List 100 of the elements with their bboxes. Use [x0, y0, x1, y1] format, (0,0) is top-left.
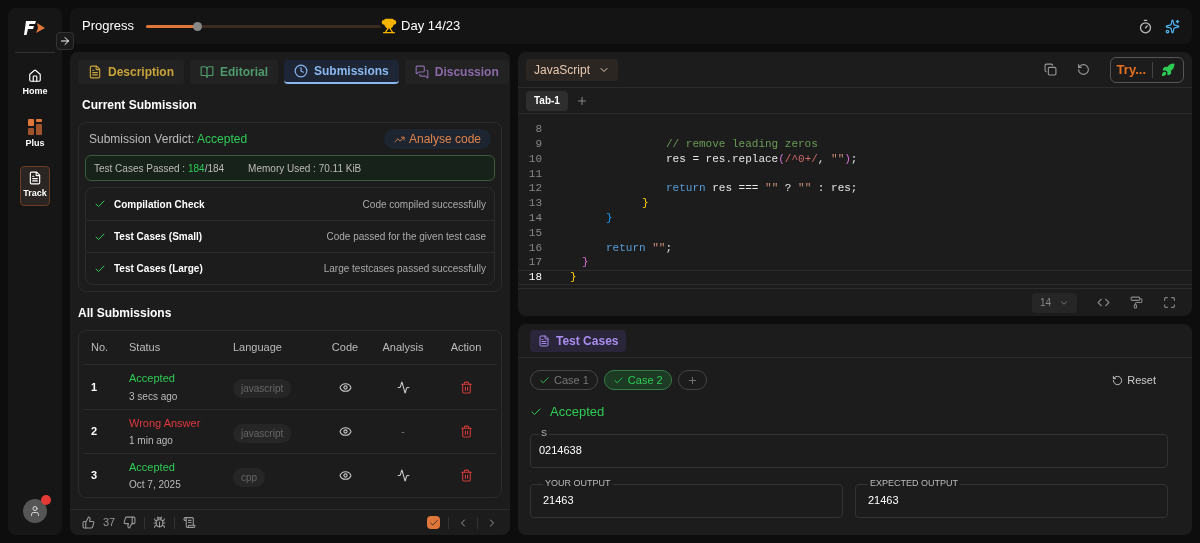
line-number: 15	[527, 225, 543, 241]
avatar[interactable]	[23, 499, 47, 523]
line-number: 10	[527, 151, 543, 167]
reset-icon	[1112, 374, 1124, 386]
user-icon	[29, 505, 41, 517]
delete-icon[interactable]	[459, 425, 473, 438]
column-header: Status	[129, 340, 162, 356]
expand-button[interactable]	[56, 32, 74, 50]
notes-icon[interactable]	[183, 516, 197, 529]
check-icon	[539, 374, 550, 386]
language-tag: javascript	[233, 423, 292, 443]
tab[interactable]: Editorial	[190, 60, 279, 84]
thumbs-up-icon[interactable]	[82, 516, 95, 529]
progress-label: Progress	[82, 17, 135, 36]
checkbox[interactable]	[427, 516, 440, 529]
copy-icon[interactable]	[1043, 63, 1057, 76]
analyse-button[interactable]: Analyse code	[383, 129, 491, 149]
check-label: Compilation Check	[114, 197, 205, 212]
rocket-icon	[1161, 62, 1175, 77]
check-detail: Code compiled successfully	[362, 197, 486, 212]
table-cell-text: 1	[90, 379, 99, 395]
thumbs-down-icon[interactable]	[123, 516, 137, 529]
timer-icon[interactable]	[1138, 18, 1153, 34]
sidebar-item[interactable]: Plus	[20, 114, 50, 154]
fullscreen-icon[interactable]	[1163, 296, 1176, 309]
section-title: Current Submission	[81, 97, 198, 114]
case-tab[interactable]: Case 2	[603, 370, 672, 390]
line-number: 13	[527, 196, 543, 212]
add-tab-icon[interactable]	[575, 94, 588, 107]
trophy-icon	[381, 18, 398, 34]
line-number: 16	[527, 240, 543, 256]
code-line: return res === "" ? "" : res;	[665, 181, 858, 197]
pulse-icon[interactable]	[396, 469, 410, 482]
home-icon	[28, 69, 42, 83]
time-text: Oct 7, 2025	[129, 478, 182, 493]
code-line: }	[641, 196, 649, 212]
time-text: 1 min ago	[129, 434, 174, 449]
column-header: Action	[449, 340, 483, 356]
bug-icon[interactable]	[153, 516, 167, 529]
section-title: All Submissions	[78, 305, 173, 322]
language-dropdown[interactable]: JavaScript	[526, 58, 619, 81]
memory-used: Memory Used : 70.11 KiB	[248, 161, 362, 176]
clock-icon	[294, 64, 309, 78]
blocks-icon	[28, 118, 42, 135]
check-icon	[94, 198, 106, 210]
line-number: 17	[527, 255, 543, 271]
tab[interactable]: Discussion	[404, 60, 509, 84]
code-line: // remove leading zeros	[665, 136, 818, 152]
line-number: 8	[534, 122, 543, 138]
book-icon	[200, 65, 214, 79]
column-header: Language	[233, 340, 283, 356]
check-detail: Large testcases passed successfully	[323, 262, 486, 276]
reset-button[interactable]: Reset	[1112, 371, 1156, 389]
column-header: Code	[330, 340, 360, 356]
test-cases-passed: Test Cases Passed : 184/184	[94, 161, 225, 176]
tab[interactable]: Submissions	[284, 60, 399, 84]
time-text: 3 secs ago	[129, 389, 179, 404]
check-icon	[428, 517, 439, 528]
result-text: Accepted	[530, 402, 1180, 422]
code-line: }	[569, 270, 577, 286]
check-label: Test Cases (Small)	[114, 230, 203, 244]
format-icon[interactable]	[1130, 296, 1143, 309]
delete-icon[interactable]	[459, 380, 473, 394]
language-tag: javascript	[233, 379, 292, 398]
test-cases-tab[interactable]: Test Cases	[530, 329, 627, 352]
sidebar-item[interactable]: Track	[20, 166, 50, 206]
font-size-dropdown[interactable]: 14	[1031, 292, 1077, 313]
code-line: return "";	[605, 240, 673, 256]
check-label: Test Cases (Large)	[114, 262, 203, 276]
arrow-right-icon	[59, 35, 71, 47]
chat-icon	[414, 65, 429, 79]
line-number: 12	[527, 181, 543, 197]
sidebar-item[interactable]: Home	[20, 65, 50, 103]
document-icon	[28, 171, 42, 185]
try-button[interactable]: Try...	[1109, 56, 1184, 83]
pulse-icon[interactable]	[396, 380, 410, 394]
view-code-icon[interactable]	[338, 380, 352, 394]
verdict-text: Submission Verdict: Accepted	[89, 131, 248, 148]
delete-icon[interactable]	[459, 469, 473, 482]
code-line: res = res.replace(/^0+/, "");	[665, 151, 858, 167]
line-number: 18	[527, 270, 543, 286]
line-number: 11	[527, 166, 543, 182]
status-text: Wrong Answer	[129, 415, 202, 431]
sparkle-icon[interactable]	[1165, 18, 1180, 34]
check-detail: Code passed for the given test case	[326, 230, 486, 244]
table-cell-text: -	[401, 425, 405, 439]
document-icon	[538, 334, 550, 347]
status-text: Accepted	[129, 371, 176, 387]
view-code-icon[interactable]	[338, 425, 352, 438]
line-number: 9	[534, 136, 543, 152]
table-cell-text: 3	[90, 468, 99, 484]
code-icon[interactable]	[1097, 296, 1110, 309]
logo	[24, 20, 46, 36]
tab[interactable]: Description	[78, 60, 184, 84]
reset-icon[interactable]	[1076, 63, 1090, 76]
line-number: 14	[527, 210, 543, 226]
like-count: 37	[103, 515, 116, 531]
view-code-icon[interactable]	[338, 469, 352, 482]
status-text: Accepted	[129, 459, 176, 475]
editor-tab[interactable]: Tab-1	[526, 90, 568, 111]
